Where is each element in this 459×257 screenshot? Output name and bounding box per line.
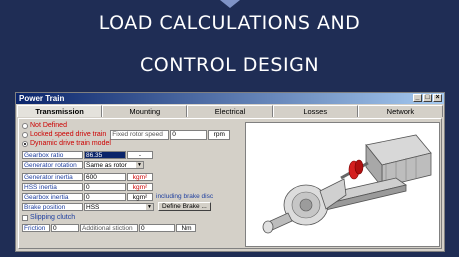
banner: LOAD CALCULATIONS AND CONTROL DESIGN (0, 0, 459, 92)
banner-title-line1: LOAD CALCULATIONS AND (98, 12, 361, 34)
generator-rotation-label: Generator rotation (22, 160, 83, 169)
tab-transmission[interactable]: Transmission (17, 105, 103, 117)
additional-stiction-input[interactable]: 0 (139, 223, 175, 232)
drivetrain-3d-preview[interactable] (245, 122, 440, 247)
gearbox-ratio-input[interactable]: 86.35 (84, 150, 126, 159)
tab-bar: Transmission Mounting Electrical Losses … (17, 105, 444, 117)
main-shaft-shape (262, 212, 293, 234)
generator-shape (365, 134, 432, 189)
tab-electrical[interactable]: Electrical (187, 105, 273, 117)
brake-disc-shape (340, 159, 369, 180)
radio-label: Not Defined (30, 122, 67, 129)
minimize-icon[interactable]: _ (413, 94, 422, 102)
checkbox-icon[interactable] (22, 214, 28, 221)
gearbox-inertia-note: including brake disc (156, 193, 214, 200)
slipping-clutch-checkbox[interactable]: Slipping clutch (22, 213, 240, 222)
brake-position-label: Brake position (22, 202, 83, 211)
generator-rotation-value: Same as rotor (86, 161, 127, 169)
chevron-down-icon[interactable]: ▼ (136, 161, 143, 168)
drivetrain-illustration (262, 134, 432, 234)
transmission-panel: Not Defined Locked speed drive train Fix… (18, 118, 442, 249)
tab-mounting[interactable]: Mounting (102, 105, 188, 117)
window-titlebar[interactable]: Power Train _ □ × (16, 93, 444, 104)
fixed-rotor-speed-label: Fixed rotor speed (110, 129, 170, 140)
friction-unit: Nm (176, 223, 196, 232)
slipping-clutch-label: Slipping clutch (30, 214, 76, 221)
friction-input[interactable]: 0 (51, 223, 79, 232)
gearbox-inertia-unit: kgm² (127, 192, 153, 201)
close-icon[interactable]: × (433, 94, 442, 102)
tab-losses[interactable]: Losses (272, 105, 358, 117)
fixed-rotor-speed-unit: rpm (208, 129, 231, 140)
generator-rotation-select[interactable]: Same as rotor ▼ (84, 160, 144, 169)
brake-position-select[interactable]: HSS ▼ (84, 202, 154, 211)
gearbox-ratio-label: Gearbox ratio (22, 150, 83, 159)
radio-icon[interactable] (22, 131, 28, 138)
radio-label: Locked speed drive train (30, 131, 107, 138)
transmission-form: Not Defined Locked speed drive train Fix… (22, 121, 240, 246)
radio-label: Dynamic drive train model (30, 140, 111, 147)
hss-inertia-input[interactable]: 0 (84, 182, 126, 191)
additional-stiction-label: Additional stiction (80, 223, 138, 232)
tab-network[interactable]: Network (357, 105, 444, 117)
radio-locked-speed[interactable]: Locked speed drive train Fixed rotor spe… (22, 129, 240, 140)
window-title: Power Train (19, 94, 65, 103)
hss-inertia-label: HSS inertia (22, 182, 83, 191)
gearbox-inertia-label: Gearbox inertia (22, 192, 83, 201)
hss-inertia-unit: kgm² (127, 182, 153, 191)
radio-icon[interactable] (22, 140, 28, 147)
banner-notch (220, 0, 240, 8)
gearbox-inertia-input[interactable]: 0 (84, 192, 126, 201)
define-brake-button[interactable]: Define Brake ... (158, 202, 211, 211)
maximize-icon[interactable]: □ (423, 94, 432, 102)
fixed-rotor-speed-input[interactable]: 0 (170, 129, 208, 140)
gearbox-ratio-unit: - (127, 150, 153, 159)
radio-dynamic[interactable]: Dynamic drive train model (22, 139, 240, 148)
chevron-down-icon[interactable]: ▼ (146, 203, 153, 210)
generator-inertia-unit: kgm² (127, 172, 153, 181)
banner-title-line2: CONTROL DESIGN (139, 54, 320, 76)
generator-inertia-label: Generator inertia (22, 172, 83, 181)
friction-label: Friction (22, 223, 50, 232)
power-train-window: Power Train _ □ × Transmission Mounting … (15, 92, 445, 252)
radio-icon[interactable] (22, 122, 28, 129)
brake-position-value: HSS (86, 203, 100, 211)
generator-inertia-input[interactable]: 600 (84, 172, 126, 181)
